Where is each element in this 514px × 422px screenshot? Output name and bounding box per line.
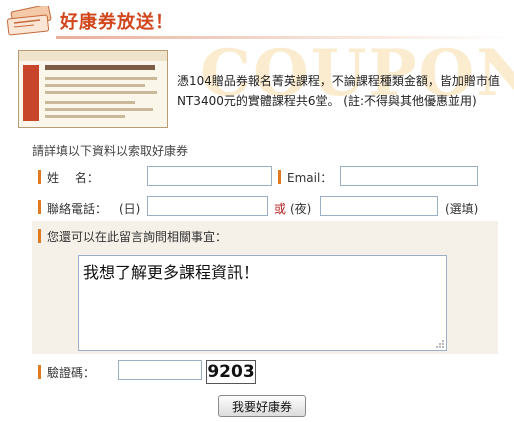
submit-button[interactable]: 我要好康券	[218, 395, 306, 417]
day-phone-field[interactable]	[147, 196, 268, 216]
label-marker	[38, 229, 41, 243]
captcha-image: 9203	[206, 360, 256, 384]
label-marker	[38, 200, 41, 214]
phone-label: 聯絡電話：	[47, 202, 108, 216]
message-textarea[interactable]: 我想了解更多課程資訊！	[78, 255, 447, 351]
or-label: 或	[274, 202, 287, 216]
form-intro: 請詳填以下資料以索取好康券	[32, 144, 189, 158]
resize-grip-icon[interactable]	[435, 339, 445, 349]
message-label: 您還可以在此留言詢問相關事宜：	[47, 230, 228, 244]
label-marker	[38, 365, 41, 379]
night-phone-label: (夜)	[290, 202, 312, 216]
name-label: 姓 名：	[47, 171, 99, 185]
promo-description: 憑104贈品券報名菁英課程，不論課程種類金額，皆加贈市值 NT3400元的實體課…	[177, 74, 500, 108]
captcha-field[interactable]	[118, 360, 202, 380]
optional-label: (選填)	[445, 202, 479, 216]
email-label: Email：	[287, 171, 333, 185]
day-phone-label: (日)	[119, 202, 141, 216]
night-phone-field[interactable]	[320, 196, 438, 216]
captcha-label: 驗證碼：	[47, 366, 96, 380]
coupon-tickets-icon	[6, 6, 52, 36]
email-field[interactable]	[340, 166, 478, 186]
label-marker	[278, 170, 281, 184]
name-field[interactable]	[147, 166, 272, 186]
coupon-thumbnail	[18, 50, 168, 128]
label-marker	[38, 170, 41, 184]
page-title: 好康券放送！	[60, 12, 174, 33]
